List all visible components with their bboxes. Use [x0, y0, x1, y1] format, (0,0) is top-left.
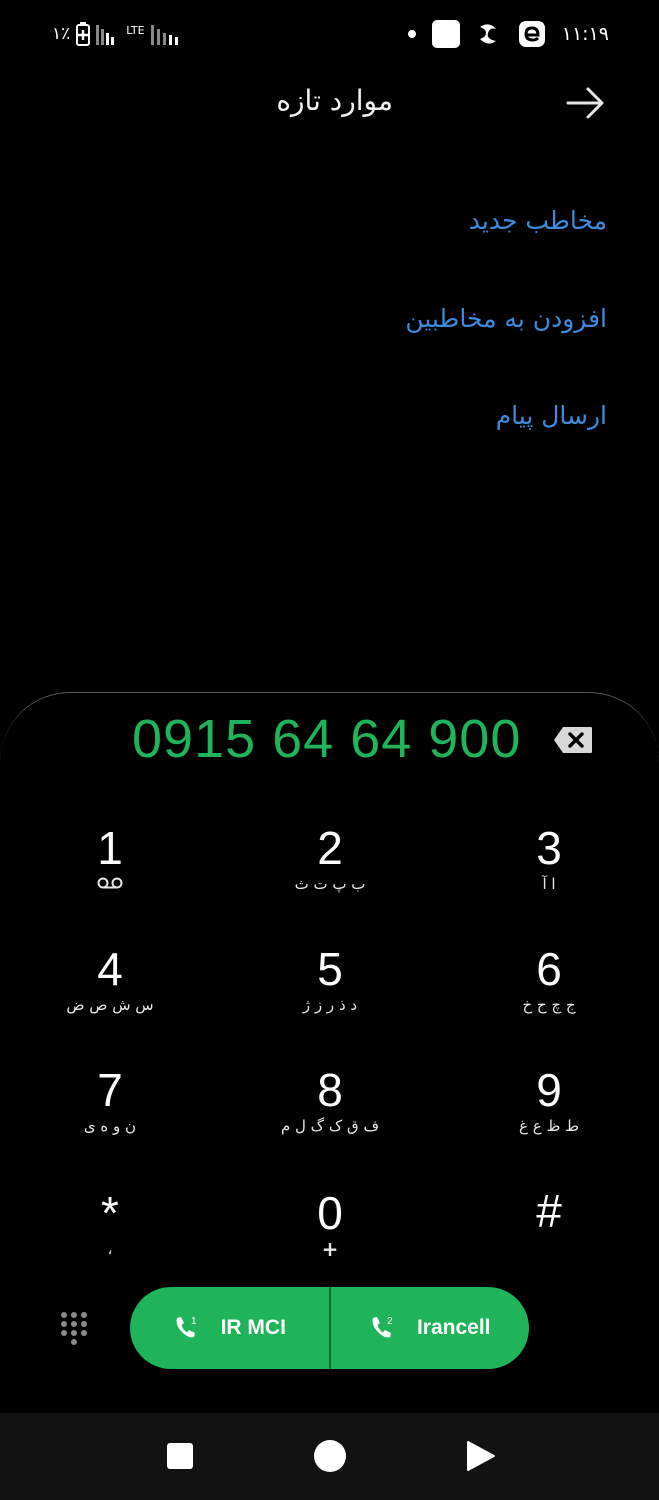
key-letters: د ذ ر ز ژ — [302, 996, 358, 1014]
voicemail-icon — [97, 877, 123, 889]
phone-sim1-icon: 1 — [176, 1316, 197, 1338]
sim-number: 2 — [387, 1316, 393, 1327]
key-digit: 9 — [536, 1064, 562, 1116]
key-5[interactable]: 5 د ذ ر ز ژ — [230, 944, 430, 1054]
call-sim2-label: Irancell — [416, 1316, 491, 1339]
dialpad-toggle-icon[interactable] — [60, 1311, 88, 1347]
key-letters: ف ق ک گ ل م — [280, 1117, 380, 1135]
key-4[interactable]: 4 س ش ص ض — [10, 944, 210, 1054]
app-e-icon — [518, 21, 545, 47]
key-digit: 5 — [317, 943, 343, 995]
backspace-icon[interactable] — [553, 726, 593, 754]
key-star[interactable]: * ، — [10, 1188, 210, 1298]
new-contact-link[interactable]: مخاطب جدید — [469, 206, 607, 235]
key-digit: 3 — [536, 822, 562, 874]
key-digit: * — [101, 1187, 119, 1239]
status-right: ۱۱:۱۹ — [407, 20, 609, 48]
network-type: LTE — [126, 23, 145, 37]
key-2[interactable]: 2 ب پ ت ث — [230, 823, 430, 933]
key-letters: ب پ ت ث — [294, 875, 366, 893]
key-letters: ا آ — [542, 875, 556, 893]
key-letters: ن و ه ی — [83, 1117, 137, 1135]
key-8[interactable]: 8 ف ق ک گ ل م — [230, 1065, 430, 1175]
key-hash[interactable]: # — [449, 1186, 649, 1296]
key-digit: 0 — [317, 1187, 343, 1239]
phone-sim2-icon: 2 — [372, 1316, 393, 1338]
call-sim1-button[interactable]: 1 IR MCI — [130, 1287, 329, 1369]
app-notification-icon — [431, 20, 460, 48]
key-0[interactable]: 0 + — [230, 1188, 430, 1298]
key-letters: س ش ص ض — [66, 996, 154, 1014]
recents-icon[interactable] — [167, 1443, 193, 1469]
call-buttons: 1 IR MCI 2 Irancell — [130, 1287, 529, 1369]
page-title: موارد تازه — [276, 84, 393, 117]
key-1[interactable]: 1 — [10, 823, 210, 933]
back-icon[interactable] — [466, 1440, 496, 1472]
key-digit: 2 — [317, 822, 343, 874]
notification-dot-icon — [407, 30, 416, 38]
status-time: ۱۱:۱۹ — [561, 23, 609, 45]
signal-icon — [96, 25, 115, 45]
home-icon[interactable] — [314, 1440, 346, 1472]
key-7[interactable]: 7 ن و ه ی — [10, 1065, 210, 1175]
key-digit: 1 — [97, 822, 123, 874]
key-digit: 7 — [97, 1064, 123, 1116]
key-digit: # — [536, 1185, 562, 1237]
key-letters: + — [321, 1237, 339, 1261]
key-letters: ج چ ح خ — [522, 996, 576, 1014]
key-letters: ، — [107, 1240, 113, 1258]
status-bar: ۱٪ LTE ۱۱:۱۹ — [0, 0, 659, 72]
battery-icon — [76, 22, 91, 46]
key-letters: ط ظ ع غ — [519, 1117, 579, 1135]
dialed-number[interactable]: 0915 64 64 900 — [132, 708, 521, 770]
key-3[interactable]: 3 ا آ — [449, 823, 649, 933]
key-6[interactable]: 6 ج چ ح خ — [449, 944, 649, 1054]
app-swirl-icon — [479, 24, 496, 44]
key-9[interactable]: 9 ط ظ ع غ — [449, 1065, 649, 1175]
key-digit: 4 — [97, 943, 123, 995]
battery-percent: ۱٪ — [52, 24, 71, 44]
call-sim2-button[interactable]: 2 Irancell — [328, 1287, 530, 1369]
key-digit: 6 — [536, 943, 562, 995]
key-digit: 8 — [317, 1064, 343, 1116]
add-to-contacts-link[interactable]: افزودن به مخاطبین — [405, 304, 607, 333]
sim-number: 1 — [191, 1316, 197, 1327]
signal-icon-2 — [150, 25, 178, 45]
send-message-link[interactable]: ارسال پیام — [496, 401, 607, 430]
arrow-right-icon[interactable] — [566, 86, 606, 120]
status-left: ۱٪ LTE — [52, 22, 181, 46]
call-sim1-label: IR MCI — [220, 1316, 286, 1339]
